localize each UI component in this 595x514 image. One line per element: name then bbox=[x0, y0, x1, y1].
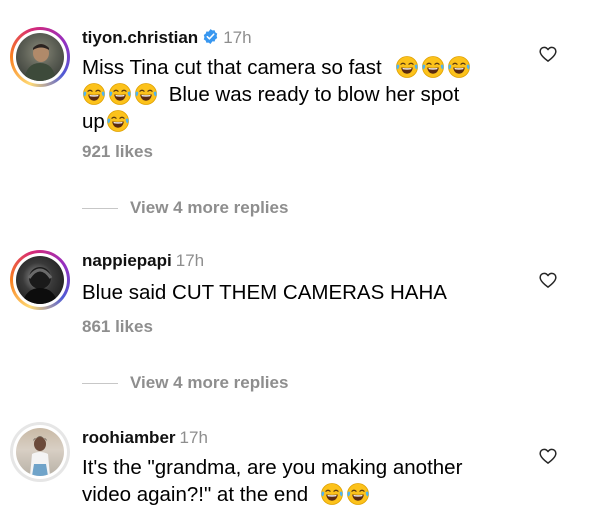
laughing-emoji-icon bbox=[82, 82, 106, 106]
username[interactable]: tiyon.christian bbox=[82, 28, 198, 47]
comment-text-line: Miss Tina cut that camera so fast bbox=[82, 56, 382, 79]
heart-outline-icon[interactable] bbox=[538, 446, 558, 466]
avatar[interactable] bbox=[16, 33, 64, 81]
laughing-emoji-icon bbox=[134, 82, 158, 106]
laughing-emoji-icon bbox=[346, 482, 370, 506]
comment-text-line: Blue said CUT THEM CAMERAS HAHA bbox=[82, 281, 447, 304]
comment-text-line: up bbox=[82, 110, 105, 133]
comment-text-line: Blue was ready to blow her spot bbox=[168, 83, 460, 106]
avatar[interactable] bbox=[16, 256, 64, 304]
likes-count[interactable]: 861 likes bbox=[82, 317, 153, 337]
laughing-emoji-icon bbox=[421, 55, 445, 79]
comment-time: 17h bbox=[179, 428, 208, 447]
story-ring[interactable] bbox=[10, 27, 70, 87]
story-ring[interactable] bbox=[10, 250, 70, 310]
comment-text-line: It's the "grandma, are you making anothe… bbox=[82, 456, 463, 479]
comment-header: roohiamber 17h bbox=[82, 428, 208, 448]
view-replies-label[interactable]: View 4 more replies bbox=[130, 198, 288, 217]
comment-text: Blue said CUT THEM CAMERAS HAHA bbox=[82, 279, 522, 306]
laughing-emoji-icon bbox=[108, 82, 132, 106]
laughing-emoji-icon bbox=[395, 55, 419, 79]
avatar-frame[interactable] bbox=[10, 422, 70, 482]
heart-outline-icon[interactable] bbox=[538, 44, 558, 64]
comment-header: nappiepapi 17h bbox=[82, 251, 204, 271]
comment-time: 17h bbox=[175, 251, 205, 270]
laughing-emoji-icon bbox=[106, 109, 130, 133]
likes-count[interactable]: 921 likes bbox=[82, 142, 153, 162]
comment-header: tiyon.christian 17h bbox=[82, 28, 252, 48]
avatar[interactable] bbox=[16, 428, 64, 476]
username[interactable]: nappiepapi bbox=[82, 251, 172, 270]
heart-outline-icon[interactable] bbox=[538, 270, 558, 290]
comment-time: 17h bbox=[223, 28, 252, 47]
view-replies-link[interactable]: View 4 more replies bbox=[82, 373, 288, 393]
laughing-emoji-icon bbox=[447, 55, 471, 79]
laughing-emoji-icon bbox=[320, 482, 344, 506]
username[interactable]: roohiamber bbox=[82, 428, 176, 447]
divider bbox=[82, 383, 118, 385]
comment-text: Miss Tina cut that camera so fast Blue w… bbox=[82, 54, 522, 135]
view-replies-link[interactable]: View 4 more replies bbox=[82, 198, 288, 218]
comment-text-line: video again?!" at the end bbox=[82, 483, 309, 506]
divider bbox=[82, 208, 118, 210]
comment-text: It's the "grandma, are you making anothe… bbox=[82, 454, 522, 508]
view-replies-label[interactable]: View 4 more replies bbox=[130, 373, 288, 392]
verified-badge-icon bbox=[203, 29, 218, 44]
